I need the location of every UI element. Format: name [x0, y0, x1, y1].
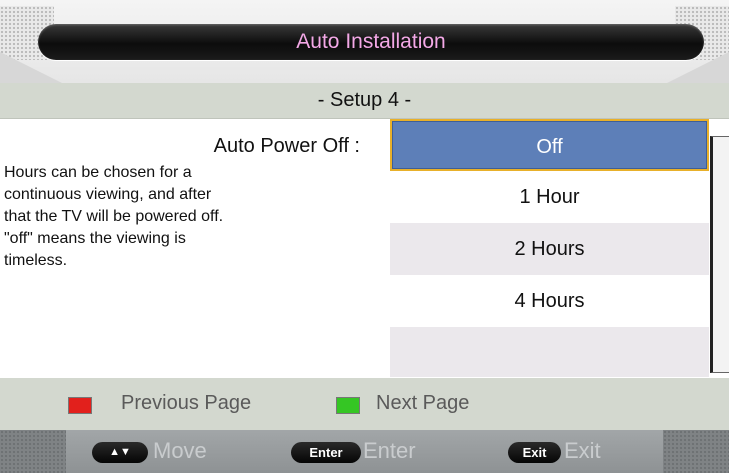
color-key-bar: Previous Page Next Page — [0, 378, 729, 430]
description-line: continuous viewing, and after — [4, 186, 212, 203]
up-down-arrows-icon: ▲▼ — [92, 442, 148, 463]
enter-key-badge: Enter — [291, 442, 361, 463]
next-page-button[interactable]: Next Page — [376, 392, 469, 415]
navigation-hint-bar: ▲▼ Move Enter Enter Exit Exit — [0, 430, 729, 473]
choice-off[interactable]: Off — [390, 119, 709, 171]
exit-hint: Exit — [564, 438, 601, 463]
description-line: "off" means the viewing is — [4, 230, 186, 247]
choice-empty-row — [390, 327, 709, 377]
move-hint: Move — [153, 438, 207, 463]
description-line: Hours can be chosen for a — [4, 164, 192, 181]
setup-step-label: - Setup 4 - — [0, 83, 729, 119]
green-key-icon — [336, 397, 360, 414]
red-key-icon — [68, 397, 92, 414]
choice-list: Off 1 Hour 2 Hours 4 Hours — [390, 119, 709, 377]
list-scrollbar[interactable] — [710, 136, 729, 373]
nav-grille-right — [663, 430, 729, 473]
description-line: timeless. — [4, 252, 68, 269]
option-title: Auto Power Off : — [213, 135, 360, 157]
option-description: Hours can be chosen for a continuous vie… — [4, 162, 360, 272]
enter-hint: Enter — [363, 438, 416, 463]
nav-grille-left — [0, 430, 66, 473]
choice-2-hours[interactable]: 2 Hours — [390, 223, 709, 275]
tv-menu-screen: Auto Installation - Setup 4 - Auto Power… — [0, 0, 729, 473]
exit-key-badge: Exit — [508, 442, 561, 463]
title-frame: Auto Installation — [0, 0, 729, 83]
choice-1-hour[interactable]: 1 Hour — [390, 171, 709, 223]
option-info-panel: Auto Power Off : Hours can be chosen for… — [0, 119, 382, 377]
menu-title: Auto Installation — [38, 24, 704, 60]
choice-4-hours[interactable]: 4 Hours — [390, 275, 709, 327]
description-line: that the TV will be powered off. — [4, 208, 224, 225]
previous-page-button[interactable]: Previous Page — [121, 392, 251, 415]
